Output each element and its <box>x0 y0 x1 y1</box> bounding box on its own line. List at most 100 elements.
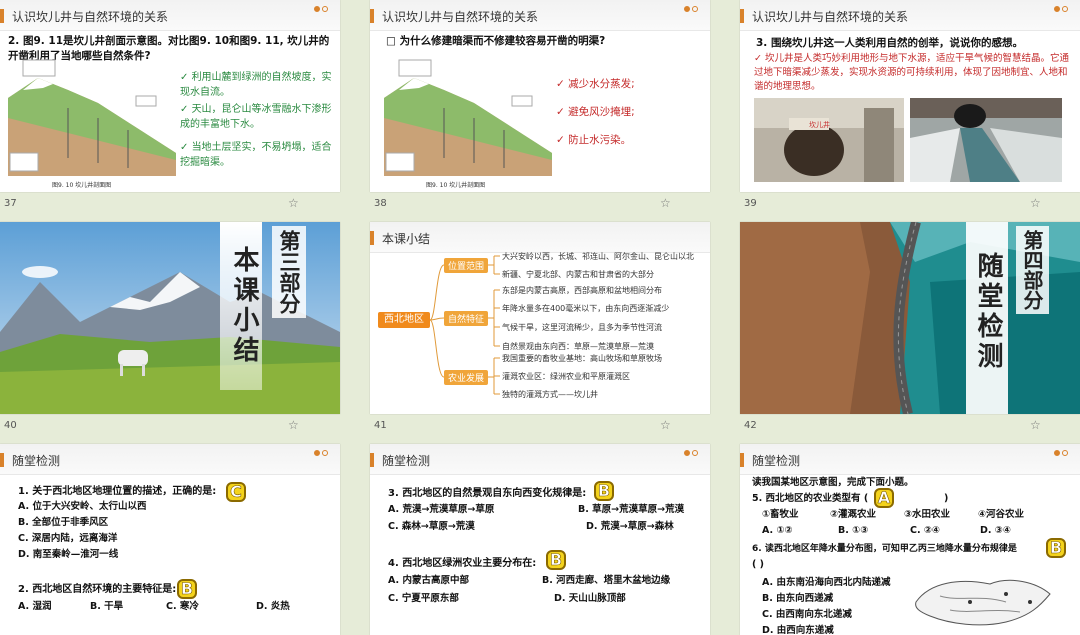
slide-number: 42 <box>744 420 757 431</box>
slide-number: 40 <box>4 420 17 431</box>
question-6-paren: ( ) <box>752 559 764 570</box>
option[interactable]: D. 南至秦岭—淮河一线 <box>18 548 118 562</box>
favorite-star-icon[interactable]: ☆ <box>1030 418 1041 432</box>
slide-header: 认识坎儿井与自然环境的关系 <box>740 0 1080 31</box>
item: ①畜牧业 <box>762 509 799 520</box>
svg-text:坎儿井: 坎儿井 <box>809 120 830 129</box>
item: ③水田农业 <box>904 509 951 520</box>
slide-43[interactable]: 随堂检测 1. 关于西北地区地理位置的描述，正确的是: C A. 位于大兴安岭、… <box>0 444 340 635</box>
option[interactable]: B. 由东向西递减 <box>762 592 833 606</box>
option[interactable]: B. 河西走廊、塔里木盆地边缘 <box>542 574 670 588</box>
precipitation-map <box>915 579 1051 626</box>
option[interactable]: A. ①② <box>762 524 793 538</box>
favorite-star-icon[interactable]: ☆ <box>288 196 299 210</box>
slide-title: 随堂检测 <box>382 454 431 468</box>
channel-photo <box>910 98 1062 182</box>
answer-3: ✓ 防止水污染。 <box>556 134 632 146</box>
section-title: 随堂检测 <box>973 252 1003 372</box>
option[interactable]: C. ②④ <box>910 524 940 538</box>
kaner-diagram <box>8 59 176 176</box>
slide-number: 38 <box>374 198 387 209</box>
option[interactable]: D. ③④ <box>980 524 1011 538</box>
slide-39[interactable]: 认识坎儿井与自然环境的关系 3. 围绕坎儿井这一人类利用自然的创举，说说你的感想… <box>740 0 1080 192</box>
question-3: 3. 西北地区的自然景观自东向西变化规律是: <box>388 488 587 499</box>
option[interactable]: D. 天山山脉顶部 <box>554 592 626 606</box>
mindmap-line: 我国重要的畜牧业基地：高山牧场和草原牧场 <box>502 354 662 363</box>
mindmap-line: 独特的灌溉方式——坎儿井 <box>502 390 598 399</box>
favorite-star-icon[interactable]: ☆ <box>660 196 671 210</box>
slide-title: 认识坎儿井与自然环境的关系 <box>752 10 909 24</box>
question-text: 3. 围绕坎儿井这一人类利用自然的创举，说说你的感想。 <box>756 37 1023 49</box>
mindmap-line: 东部是内蒙古高原，西部高原和盆地相间分布 <box>502 286 662 295</box>
option[interactable]: A. 位于大兴安岭、太行山以西 <box>18 500 146 514</box>
center-node: 西北地区 <box>378 312 430 328</box>
option[interactable]: C. 深居内陆，远离海洋 <box>18 532 117 546</box>
option[interactable]: B. 草原→荒漠草原→荒漠 <box>578 503 684 517</box>
slide-45[interactable]: 随堂检测 读我国某地区示意图，完成下面小题。 5. 西北地区的农业类型有 ( A… <box>740 444 1080 635</box>
option[interactable]: D. 荒漠→草原→森林 <box>586 520 674 534</box>
point-3: ✓ 当地土层坚实，不易坍塌，适合挖掘暗渠。 <box>180 142 332 168</box>
mindmap-line: 大兴安岭以西，长城、祁连山、阿尔金山、昆仑山以北 <box>502 252 694 261</box>
option[interactable]: C. 宁夏平原东部 <box>388 592 459 606</box>
favorite-star-icon[interactable]: ☆ <box>1030 196 1041 210</box>
slide-37[interactable]: 认识坎儿井与自然环境的关系 2. 图9. 11是坎儿井剖面示意图。对比图9. 1… <box>0 0 340 192</box>
option[interactable]: C. 森林→草原→荒漠 <box>388 520 475 534</box>
slide-40[interactable]: 第三部分 本课小结 <box>0 222 340 414</box>
point-1: ✓ 利用山麓到绿洲的自然坡度，实现水自流。 <box>180 72 332 98</box>
figure-caption: 图9. 10 坎儿井剖面图 <box>426 182 486 189</box>
option[interactable]: B. 全部位于非季风区 <box>18 516 108 530</box>
answer-badge: C <box>226 482 246 502</box>
option[interactable]: C. 由西南向东北递减 <box>762 608 852 622</box>
answer-badge: B <box>1046 538 1066 558</box>
slide-title: 认识坎儿井与自然环境的关系 <box>12 10 169 24</box>
mindmap-line: 自然景观由东向西：草原—荒漠草原—荒漠 <box>502 342 654 351</box>
option[interactable]: B. 干旱 <box>90 600 123 614</box>
figure-caption: 图9. 10 坎儿井剖面图 <box>52 182 112 189</box>
slide-number: 37 <box>4 198 17 209</box>
slide-dots <box>314 6 332 14</box>
favorite-star-icon[interactable]: ☆ <box>660 418 671 432</box>
slide-number: 39 <box>744 198 757 209</box>
option[interactable]: A. 由东南沿海向西北内陆递减 <box>762 576 890 590</box>
question-text: □ 为什么修建暗渠而不修建较容易开凿的明渠? <box>386 35 606 47</box>
slide-title: 认识坎儿井与自然环境的关系 <box>382 10 539 24</box>
slide-42[interactable]: 第四部分 随堂检测 <box>740 222 1080 414</box>
tunnel-photo: 坎儿井 <box>754 98 904 182</box>
option[interactable]: C. 寒冷 <box>166 600 199 614</box>
option[interactable]: D. 炎热 <box>256 600 290 614</box>
mindmap-line: 灌溉农业区：绿洲农业和平原灌溉区 <box>502 372 630 381</box>
option[interactable]: A. 湿润 <box>18 600 51 614</box>
answer-badge: B <box>177 579 197 599</box>
question-5-close: ) <box>944 493 949 504</box>
question-6: 6. 读西北地区年降水量分布图，可知甲乙丙三地降水量分布规律是 <box>752 544 1017 554</box>
branch-location: 位置范围 <box>444 258 489 273</box>
section-title: 本课小结 <box>229 246 259 366</box>
option[interactable]: B. ①③ <box>838 524 868 538</box>
kaner-diagram <box>384 59 552 176</box>
slide-header: 随堂检测 <box>370 444 710 475</box>
mindmap-line: 新疆、宁夏北部、内蒙古和甘肃省的大部分 <box>502 270 654 279</box>
slide-title: 随堂检测 <box>752 454 801 468</box>
mindmap-line: 气候干旱，这里河流稀少，且多为季节性河流 <box>502 323 662 332</box>
answer-2: ✓ 避免风沙掩埋; <box>556 106 635 118</box>
answer-text: ✓ 坎儿井是人类巧妙利用地形与地下水源，适应干旱气候的智慧结晶。它通过地下暗渠减… <box>754 53 1069 92</box>
section-label: 第三部分 <box>272 226 306 318</box>
slide-header: 随堂检测 <box>740 444 1080 475</box>
favorite-star-icon[interactable]: ☆ <box>288 418 299 432</box>
slide-41[interactable]: 本课小结 西北地区 位置范围 自然特征 农业发展 大兴安岭以西，长城、祁连山、阿… <box>370 222 710 414</box>
slide-38[interactable]: 认识坎儿井与自然环境的关系 □ 为什么修建暗渠而不修建较容易开凿的明渠? ✓ 减… <box>370 0 710 192</box>
slide-44[interactable]: 随堂检测 3. 西北地区的自然景观自东向西变化规律是: B A. 荒漠→荒漠草原… <box>370 444 710 635</box>
branch-agriculture: 农业发展 <box>444 370 489 385</box>
answer-badge: B <box>546 550 566 570</box>
branch-nature: 自然特征 <box>444 311 489 326</box>
option[interactable]: A. 荒漠→荒漠草原→草原 <box>388 503 494 517</box>
slide-title: 随堂检测 <box>12 454 61 468</box>
option[interactable]: A. 内蒙古高原中部 <box>388 574 469 588</box>
slide-header: 认识坎儿井与自然环境的关系 <box>0 0 340 31</box>
option[interactable]: D. 由西向东递减 <box>762 624 834 635</box>
slide-header: 认识坎儿井与自然环境的关系 <box>370 0 710 31</box>
question-2: 2. 西北地区自然环境的主要特征是: <box>18 584 177 595</box>
section-label: 第四部分 <box>1016 226 1049 314</box>
item: ②灌溉农业 <box>830 509 877 520</box>
answer-badge: A <box>874 488 894 508</box>
